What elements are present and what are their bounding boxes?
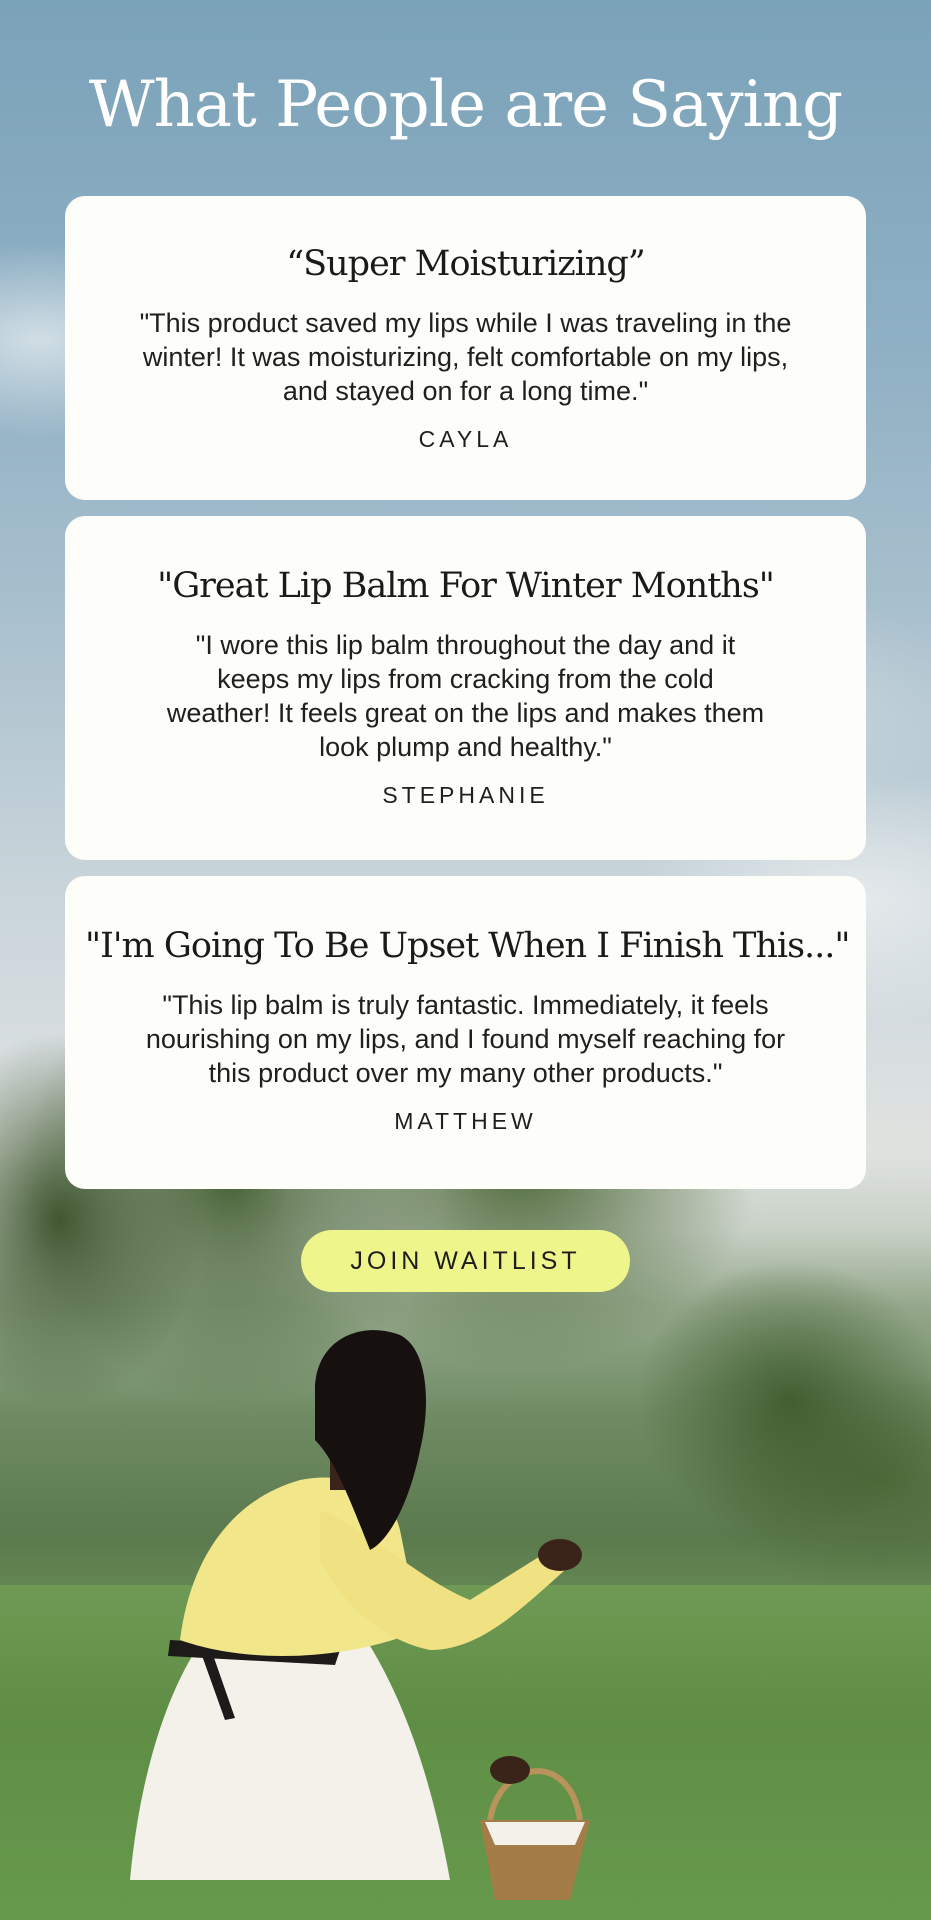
testimonial-author: STEPHANIE [382, 782, 549, 808]
testimonial-card: "I'm Going To Be Upset When I Finish Thi… [65, 876, 866, 1189]
testimonial-quote: "I wore this lip balm throughout the day… [166, 630, 765, 762]
testimonial-card: “Super Moisturizing” "This product saved… [65, 196, 866, 500]
testimonial-author: CAYLA [418, 426, 513, 452]
testimonial-card: "Great Lip Balm For Winter Months" "I wo… [65, 516, 866, 860]
testimonial-author: MATTHEW [394, 1108, 537, 1134]
testimonial-quote: "This lip balm is truly fantastic. Immed… [145, 990, 786, 1088]
page-title: What People are Saying [88, 68, 843, 142]
testimonial-title: "I'm Going To Be Upset When I Finish Thi… [85, 926, 851, 966]
testimonial-title: "Great Lip Balm For Winter Months" [157, 566, 775, 606]
testimonials-list: “Super Moisturizing” "This product saved… [65, 196, 866, 1205]
testimonial-title: “Super Moisturizing” [286, 244, 645, 284]
page: What People are Saying “Super Moisturizi… [0, 0, 931, 1920]
woman-photo [130, 1330, 590, 1900]
testimonial-quote: "This product saved my lips while I was … [139, 308, 792, 406]
join-waitlist-button[interactable]: JOIN WAITLIST [301, 1230, 630, 1292]
